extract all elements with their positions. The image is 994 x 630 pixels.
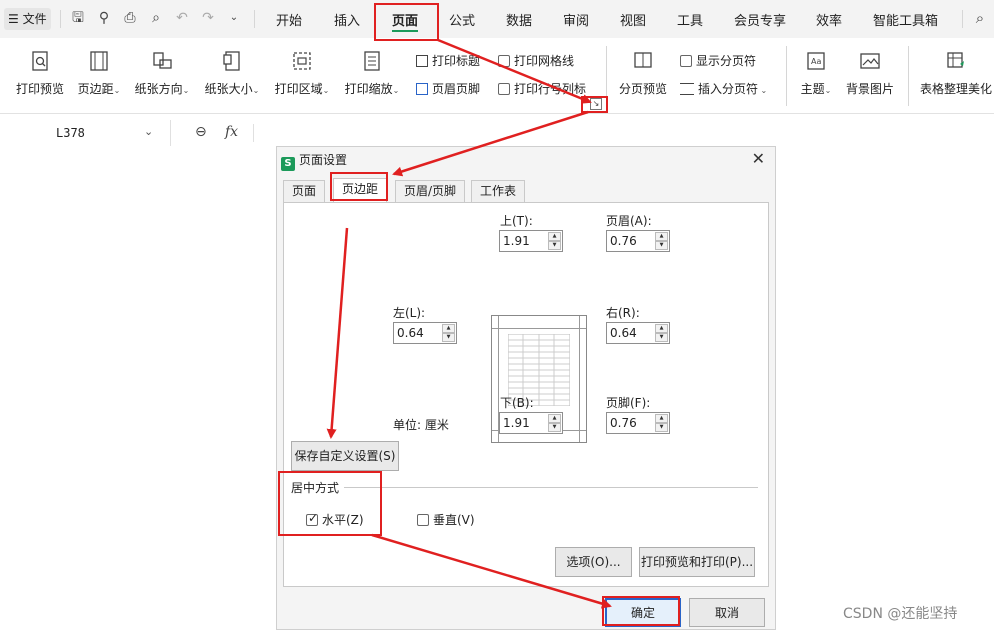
arrow-to-margins-tab [392,110,589,177]
watermark: CSDN @还能坚持 [843,606,958,622]
arrow-to-launcher [437,38,592,104]
arrow-to-ok [371,533,612,609]
annotation-arrows [326,38,612,609]
arrow-down-to-center [326,227,349,439]
